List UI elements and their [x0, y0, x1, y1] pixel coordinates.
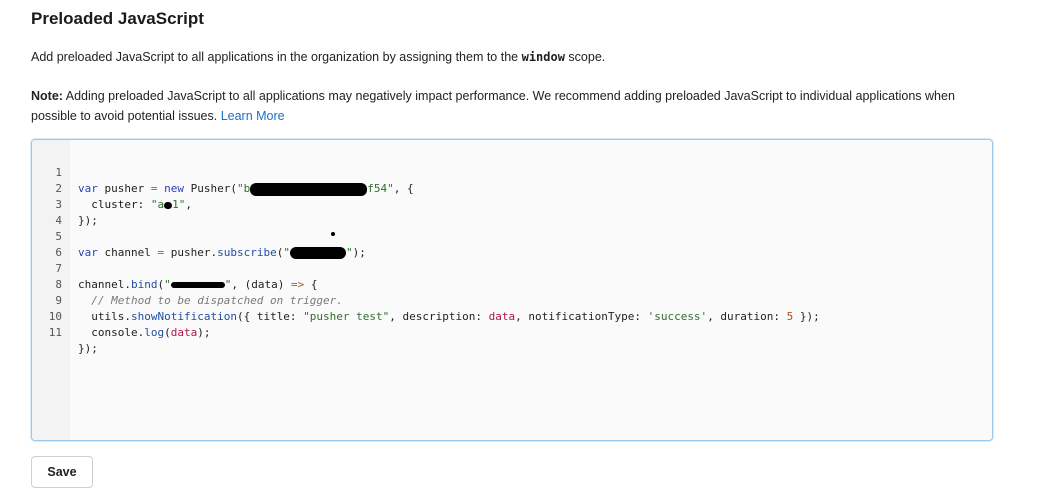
note-text: Adding preloaded JavaScript to all appli… — [31, 89, 955, 123]
punctuation: ); — [197, 326, 211, 339]
code-line: 10 console.log(data); — [32, 293, 992, 339]
page-title: Preloaded JavaScript — [31, 9, 204, 28]
method-name: log — [144, 326, 165, 339]
window-code-word: window — [521, 50, 565, 64]
code-line: 1 var pusher = new Pusher("b f54", { — [32, 149, 992, 196]
code-text: console. — [78, 326, 145, 339]
intro-text: Add preloaded JavaScript to all applicat… — [31, 50, 605, 64]
redaction-dot — [331, 232, 335, 236]
code-line: 2 cluster: "a 1", — [32, 165, 992, 211]
code-line: 7 channel.bind(" ", (data) => { — [32, 245, 992, 291]
save-button[interactable]: Save — [31, 456, 93, 488]
performance-note: Note: Adding preloaded JavaScript to all… — [31, 86, 991, 126]
code-line: 8 // Method to be dispatched on trigger. — [32, 261, 992, 307]
code-text: }); — [78, 342, 98, 355]
intro-text-before: Add preloaded JavaScript to all applicat… — [31, 50, 522, 64]
learn-more-link[interactable]: Learn More — [221, 109, 285, 123]
intro-text-after: scope. — [564, 50, 606, 64]
note-label: Note: — [31, 89, 63, 103]
code-editor[interactable]: 1 var pusher = new Pusher("b f54", { 2 cl… — [31, 139, 993, 441]
code-line: 11 }); — [32, 309, 992, 355]
line-number: 11 — [48, 326, 62, 339]
code-line: 9 utils.showNotification({ title: "pushe… — [32, 277, 992, 323]
variable: data — [170, 326, 198, 339]
code-line: 3 }); — [32, 181, 992, 227]
punctuation: ( — [164, 326, 171, 339]
code-line: 4 — [32, 197, 992, 227]
code-line: 5 var channel = pusher.subscribe(" "); — [32, 213, 992, 259]
code-line: 6 — [32, 229, 992, 259]
